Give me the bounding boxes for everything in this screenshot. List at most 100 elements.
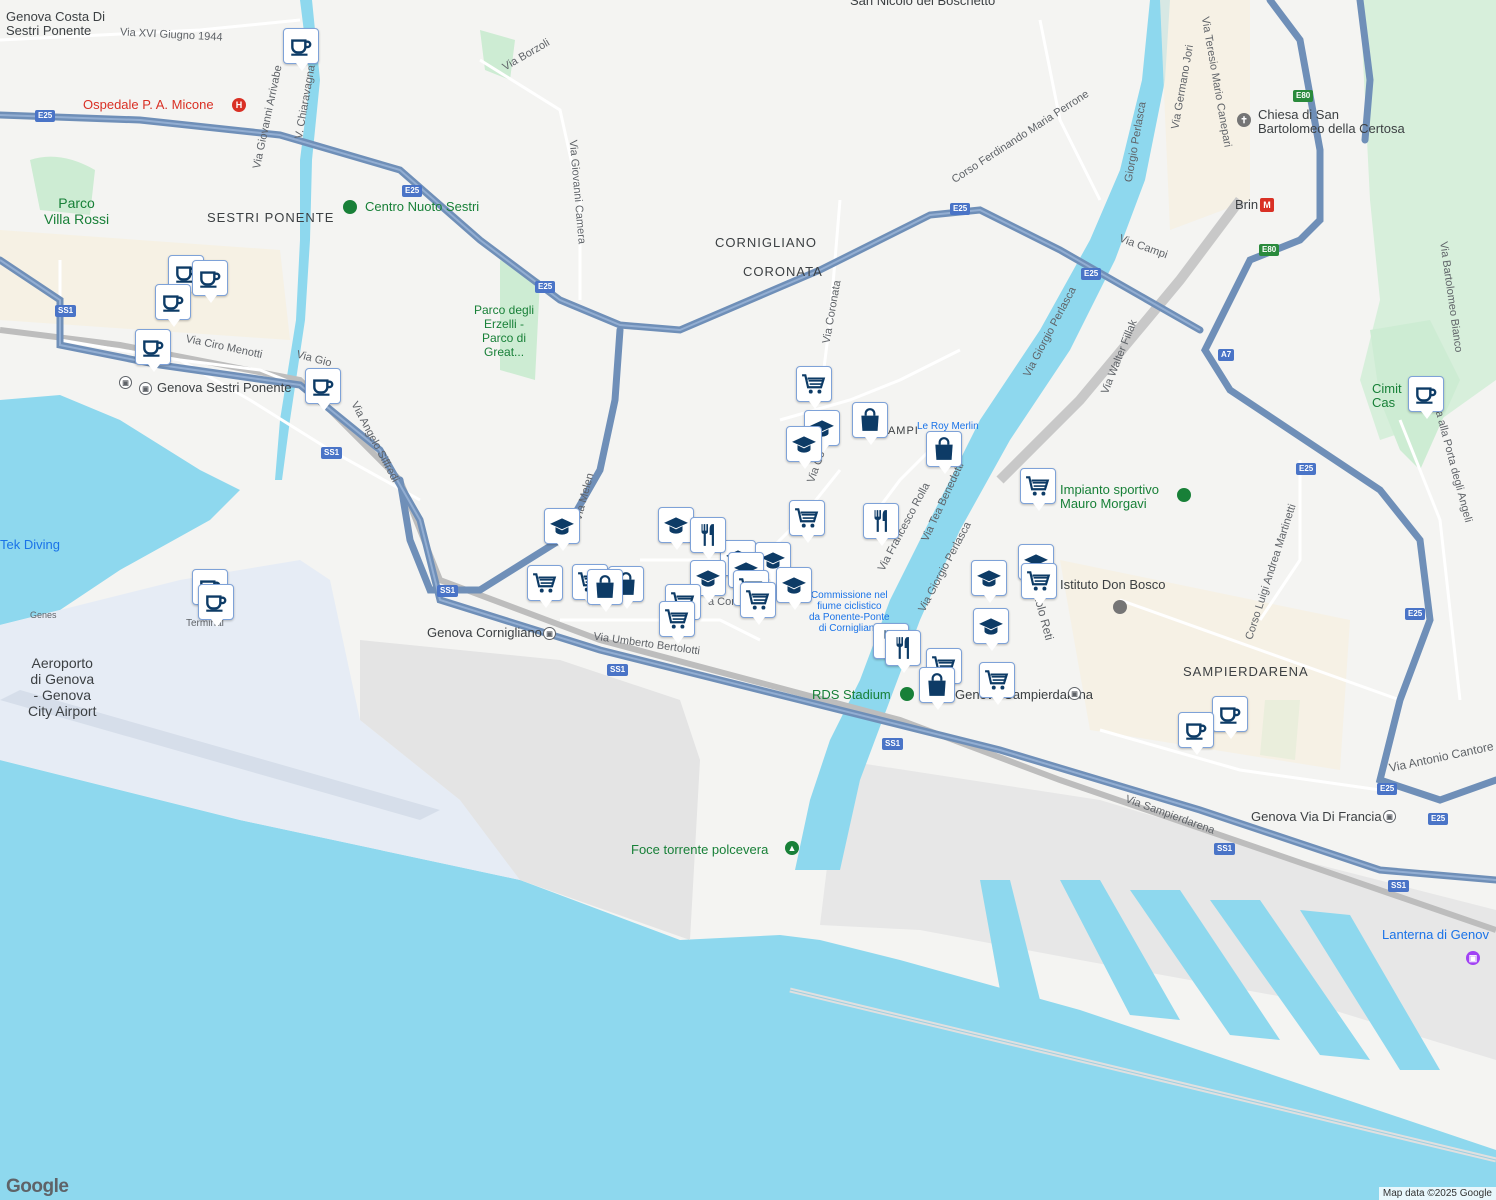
- poi-label[interactable]: Tek Diving: [0, 538, 60, 552]
- area-label-park: Parco Villa Rossi: [44, 195, 110, 227]
- coffee-cup-icon: [1186, 723, 1207, 740]
- train-station-icon[interactable]: ▣: [1383, 810, 1396, 823]
- poi-label[interactable]: Lanterna di Genov: [1382, 928, 1489, 942]
- school-marker[interactable]: [973, 608, 1009, 651]
- coffee-marker[interactable]: [283, 28, 319, 71]
- coffee-marker[interactable]: [198, 584, 234, 627]
- school-marker[interactable]: [776, 567, 812, 610]
- shopping-bag-icon: [596, 575, 614, 598]
- poi-label[interactable]: Chiesa di San Bartolomeo della Certosa: [1258, 108, 1405, 136]
- leisure-icon[interactable]: [900, 687, 914, 701]
- route-shield: E80: [1259, 244, 1280, 256]
- school-marker[interactable]: [658, 507, 694, 550]
- shopping-bag-icon: [861, 408, 879, 431]
- route-shield: E25: [402, 185, 423, 197]
- restaurant-marker[interactable]: [690, 517, 726, 560]
- leisure-icon[interactable]: [1177, 488, 1191, 502]
- museum-icon[interactable]: ▣: [1466, 951, 1480, 965]
- google-logo: Google: [6, 1176, 69, 1197]
- district-label: SESTRI PONENTE: [207, 210, 335, 225]
- district-label: SAMPIERDARENA: [1183, 664, 1309, 679]
- route-shield: E25: [535, 281, 556, 293]
- supermarket-marker[interactable]: [796, 366, 832, 409]
- route-shield: E25: [1377, 783, 1398, 795]
- route-shield: SS1: [607, 664, 629, 676]
- coffee-cup-icon: [313, 379, 334, 396]
- coffee-marker[interactable]: [1178, 712, 1214, 755]
- poi-label: Genes: [30, 610, 57, 620]
- graduation-cap-icon: [792, 436, 816, 453]
- school-marker[interactable]: [971, 560, 1007, 603]
- shop-marker[interactable]: [926, 431, 962, 474]
- route-shield: SS1: [882, 738, 904, 750]
- coffee-marker[interactable]: [135, 329, 171, 372]
- map-attribution[interactable]: Map data ©2025 Google: [1378, 1187, 1496, 1200]
- poi-label[interactable]: San Nicolò del Boschetto: [850, 0, 995, 8]
- school-marker[interactable]: [786, 426, 822, 469]
- shopping-cart-icon: [795, 508, 819, 528]
- station-label[interactable]: Genova Cornigliano: [427, 626, 542, 640]
- supermarket-marker[interactable]: [1021, 563, 1057, 606]
- supermarket-marker[interactable]: [740, 582, 776, 625]
- shopping-cart-icon: [533, 573, 557, 593]
- leisure-icon[interactable]: [343, 200, 357, 214]
- route-shield: SS1: [437, 585, 459, 597]
- shop-marker[interactable]: [587, 569, 623, 612]
- hospital-icon[interactable]: H: [232, 98, 246, 112]
- route-shield: E25: [950, 203, 971, 215]
- poi-label[interactable]: Genova Costa Di Sestri Ponente: [6, 10, 105, 38]
- school-icon[interactable]: [1113, 600, 1127, 614]
- poi-label[interactable]: Istituto Don Bosco: [1060, 578, 1166, 592]
- route-shield: E80: [1293, 90, 1314, 102]
- station-label[interactable]: Genova Sestri Ponente: [157, 381, 291, 395]
- supermarket-marker[interactable]: [1020, 468, 1056, 511]
- route-shield: E25: [1296, 463, 1317, 475]
- graduation-cap-icon: [664, 517, 688, 534]
- coffee-marker[interactable]: [1212, 696, 1248, 739]
- poi-label[interactable]: RDS Stadium: [812, 688, 891, 702]
- school-marker[interactable]: [544, 508, 580, 551]
- shopping-bag-icon: [935, 437, 953, 460]
- shopping-bag-icon: [928, 673, 946, 696]
- train-station-icon[interactable]: ▣: [543, 627, 556, 640]
- metro-icon[interactable]: M: [1260, 198, 1274, 212]
- coffee-cup-icon: [206, 595, 227, 612]
- train-station-icon[interactable]: ▣: [139, 382, 152, 395]
- shopping-cart-icon: [1026, 476, 1050, 496]
- poi-label[interactable]: Ospedale P. A. Micone: [83, 98, 214, 112]
- coffee-marker[interactable]: [305, 368, 341, 411]
- shop-marker[interactable]: [919, 667, 955, 710]
- route-shield: E25: [1428, 813, 1449, 825]
- supermarket-marker[interactable]: [979, 662, 1015, 705]
- route-shield: SS1: [1214, 843, 1236, 855]
- supermarket-marker[interactable]: [527, 565, 563, 608]
- supermarket-marker[interactable]: [789, 500, 825, 543]
- train-station-icon[interactable]: ▣: [119, 376, 132, 389]
- route-shield: E25: [1405, 608, 1426, 620]
- coffee-marker[interactable]: [155, 284, 191, 327]
- route-shield: E25: [35, 110, 56, 122]
- poi-label[interactable]: Impianto sportivo Mauro Morgavi: [1060, 483, 1159, 511]
- coffee-cup-icon: [291, 39, 312, 56]
- church-icon[interactable]: ✝: [1237, 113, 1251, 127]
- map-canvas[interactable]: SESTRI PONENTE CORNIGLIANO CORONATA SAMP…: [0, 0, 1496, 1200]
- poi-label[interactable]: Centro Nuoto Sestri: [365, 200, 479, 214]
- route-shield: SS1: [1388, 880, 1410, 892]
- poi-label[interactable]: Foce torrente polcevera: [631, 843, 768, 857]
- tree-icon[interactable]: ▲: [785, 841, 799, 855]
- coffee-cup-icon: [1416, 387, 1437, 404]
- supermarket-marker[interactable]: [659, 601, 695, 644]
- restaurant-marker[interactable]: [885, 630, 921, 673]
- coffee-cup-icon: [163, 295, 184, 312]
- station-label[interactable]: Genova Via Di Francia: [1251, 810, 1382, 824]
- coffee-cup-icon: [143, 340, 164, 357]
- poi-label[interactable]: Brin: [1235, 198, 1258, 212]
- coffee-cup-icon: [200, 271, 221, 288]
- district-label: CORONATA: [743, 264, 823, 279]
- shop-marker[interactable]: [852, 402, 888, 445]
- coffee-marker[interactable]: [1408, 376, 1444, 419]
- restaurant-marker[interactable]: [863, 503, 899, 546]
- coffee-marker[interactable]: [192, 260, 228, 303]
- train-station-icon[interactable]: ▣: [1068, 687, 1081, 700]
- shopping-cart-icon: [665, 609, 689, 629]
